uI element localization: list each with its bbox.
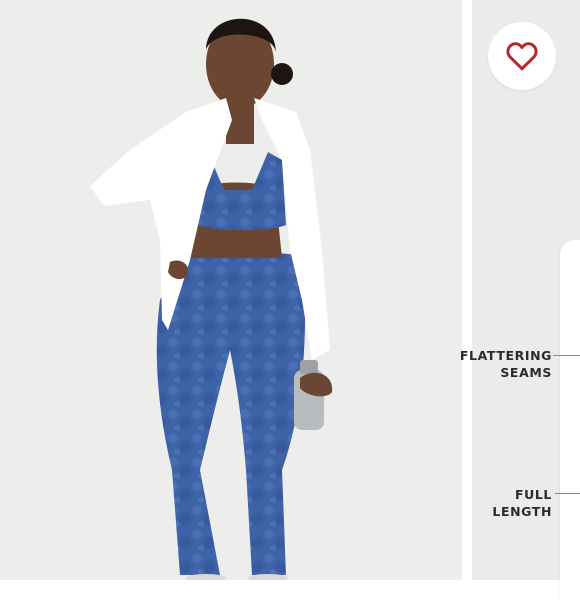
leggings	[156, 251, 306, 575]
heart-outline-icon	[506, 42, 538, 71]
callout-line: LENGTH	[492, 504, 552, 519]
callout-line: SEAMS	[500, 365, 552, 380]
callout-line: FLATTERING	[459, 348, 552, 363]
feature-callout-seams: FLATTERING SEAMS	[460, 347, 552, 381]
favorite-button[interactable]	[488, 22, 556, 90]
model-photo	[90, 18, 333, 580]
main-product-image[interactable]	[0, 0, 462, 580]
callout-line: FULL	[514, 487, 552, 502]
image-divider	[462, 0, 472, 580]
callout-leader-line	[553, 355, 580, 356]
garment-detail	[560, 240, 580, 600]
feature-callout-length: FULL LENGTH	[492, 486, 552, 520]
callout-leader-line	[555, 493, 580, 494]
